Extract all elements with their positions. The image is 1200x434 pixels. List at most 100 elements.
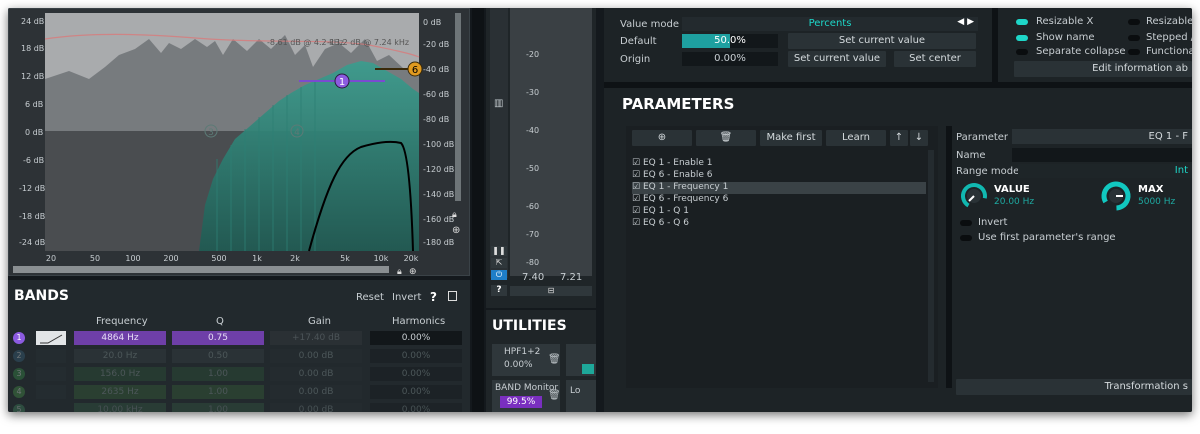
- harmonics-field[interactable]: 0.00%: [370, 331, 462, 345]
- eq-graph[interactable]: 1 6 3 4 -8.61 dB @ 4.2 kHz -13.2 dB @ 7.…: [9, 9, 471, 277]
- checkbox-icon[interactable]: ☑: [632, 170, 643, 180]
- move-up-button[interactable]: ↑: [890, 130, 908, 146]
- checkbox-icon[interactable]: ☑: [632, 158, 643, 168]
- learn-button[interactable]: Learn: [826, 130, 886, 146]
- meter-collapse-button[interactable]: ⊟: [510, 286, 592, 296]
- q-field[interactable]: 1.00: [172, 385, 264, 399]
- shape-selector[interactable]: [36, 385, 66, 399]
- trash-icon[interactable]: 🗑︎: [548, 390, 561, 401]
- shape-selector[interactable]: [36, 331, 66, 345]
- list-scrollbar[interactable]: [928, 150, 934, 382]
- shape-selector[interactable]: [36, 367, 66, 381]
- frequency-field[interactable]: 20.0 Hz: [74, 349, 166, 363]
- v-lock-icon[interactable]: 🔒︎: [452, 210, 457, 220]
- lock-icon[interactable]: 🔒︎: [397, 267, 402, 277]
- range-mode-select[interactable]: Int: [1018, 164, 1192, 178]
- value-knob[interactable]: [960, 182, 988, 210]
- shape-selector[interactable]: [36, 349, 66, 363]
- stepped-toggle[interactable]: [1128, 35, 1140, 41]
- mode-arrows-icon[interactable]: ◀ ▶: [957, 17, 974, 27]
- parameter-list-item[interactable]: ☑ EQ 6 - Q 6: [632, 218, 926, 230]
- parameter-list-item[interactable]: ☑ EQ 6 - Frequency 6: [632, 194, 926, 206]
- checkbox-icon[interactable]: ☑: [632, 218, 643, 228]
- harmonics-field[interactable]: 0.00%: [370, 403, 462, 412]
- separate-collapse-toggle[interactable]: [1016, 49, 1028, 55]
- parameter-list-item-selected[interactable]: ☑ EQ 1 - Frequency 1: [632, 182, 926, 194]
- frequency-field[interactable]: 2635 Hz: [74, 385, 166, 399]
- q-field[interactable]: 1.00: [172, 403, 264, 412]
- band-number-badge[interactable]: 4: [13, 386, 25, 398]
- band-number-badge[interactable]: 3: [13, 368, 25, 380]
- band-row-3[interactable]: 3 156.0 Hz 1.00 0.00 dB 0.00%: [8, 366, 470, 382]
- harmonics-field[interactable]: 0.00%: [370, 385, 462, 399]
- default-field[interactable]: 50.0%: [682, 34, 778, 48]
- band-monitor-slot[interactable]: BAND Monitor 99.5% 🗑︎: [492, 380, 561, 412]
- harmonics-field[interactable]: 0.00%: [370, 367, 462, 381]
- checkbox-icon[interactable]: ☑: [632, 182, 643, 192]
- band-row-4[interactable]: 4 2635 Hz 1.00 0.00 dB 0.00%: [8, 384, 470, 400]
- resizable-x-toggle[interactable]: [1016, 19, 1028, 25]
- band-number-badge[interactable]: 1: [13, 332, 25, 344]
- parameter-list-item[interactable]: ☑ EQ 1 - Q 1: [632, 206, 926, 218]
- invert-button[interactable]: Invert: [392, 292, 421, 303]
- use-first-range-toggle[interactable]: [960, 235, 972, 241]
- band-number-badge[interactable]: 2: [13, 350, 25, 362]
- q-field[interactable]: 0.50: [172, 349, 264, 363]
- gain-field[interactable]: +17.40 dB: [270, 331, 362, 345]
- gain-field[interactable]: 0.00 dB: [270, 349, 362, 363]
- bars-icon[interactable]: ▥: [494, 98, 503, 109]
- gain-field[interactable]: 0.00 dB: [270, 367, 362, 381]
- harmonics-field[interactable]: 0.00%: [370, 349, 462, 363]
- collapse-icon[interactable]: [448, 291, 457, 301]
- frequency-field[interactable]: 156.0 Hz: [74, 367, 166, 381]
- v-zoom-icon[interactable]: ⊕: [452, 225, 460, 236]
- checkbox-icon[interactable]: ☑: [632, 206, 643, 216]
- set-current-value-origin-button[interactable]: Set current value: [788, 51, 886, 67]
- add-button[interactable]: ⊕: [632, 130, 692, 146]
- move-down-button[interactable]: ↓: [910, 130, 928, 146]
- make-first-button[interactable]: Make first: [760, 130, 822, 146]
- power-button[interactable]: ⏻: [491, 270, 507, 280]
- band-row-5[interactable]: 5 10.00 kHz 1.00 0.00 dB 0.00%: [8, 402, 470, 412]
- frequency-field[interactable]: 10.00 kHz: [74, 403, 166, 412]
- gain-field[interactable]: 0.00 dB: [270, 403, 362, 412]
- parameter-list-item[interactable]: ☑ EQ 1 - Enable 1: [632, 158, 926, 170]
- q-field[interactable]: 0.75: [172, 331, 264, 345]
- slot-partial[interactable]: [566, 344, 596, 376]
- panel-divider[interactable]: [472, 8, 484, 412]
- meter-help-button[interactable]: ?: [491, 285, 507, 296]
- parameter-list-item[interactable]: ☑ EQ 6 - Enable 6: [632, 170, 926, 182]
- horizontal-scrollbar[interactable]: [13, 266, 389, 273]
- band-monitor-value[interactable]: 99.5%: [500, 396, 542, 408]
- vertical-scrollbar[interactable]: [455, 13, 461, 201]
- help-button[interactable]: ?: [430, 290, 437, 304]
- resizable-y-toggle[interactable]: [1128, 19, 1140, 25]
- gain-field[interactable]: 0.00 dB: [270, 385, 362, 399]
- max-knob[interactable]: [1100, 180, 1132, 212]
- lo-slot[interactable]: Lo: [566, 380, 596, 412]
- q-field[interactable]: 1.00: [172, 367, 264, 381]
- show-name-toggle[interactable]: [1016, 35, 1028, 41]
- name-input[interactable]: [1012, 148, 1192, 162]
- eq-graph-panel[interactable]: 1 6 3 4 -8.61 dB @ 4.2 kHz -13.2 dB @ 7.…: [8, 8, 471, 277]
- set-center-button[interactable]: Set center: [894, 51, 976, 67]
- transformation-button[interactable]: Transformation s: [956, 379, 1192, 395]
- pause-button[interactable]: ❚❚: [491, 246, 507, 256]
- edit-information-button[interactable]: Edit information ab: [1014, 61, 1192, 77]
- hpf-slot[interactable]: HPF1+2 0.00% 🗑︎: [492, 344, 561, 376]
- reset-button[interactable]: Reset: [356, 292, 384, 303]
- parameter-select[interactable]: EQ 1 - F: [1012, 129, 1192, 144]
- band-row-1[interactable]: 1 4864 Hz 0.75 +17.40 dB 0.00%: [8, 330, 470, 346]
- band-number-badge[interactable]: 5: [13, 404, 25, 412]
- delete-button[interactable]: 🗑︎: [696, 130, 756, 146]
- frequency-field[interactable]: 4864 Hz: [74, 331, 166, 345]
- trash-icon[interactable]: 🗑︎: [548, 354, 561, 365]
- checkbox-icon[interactable]: ☑: [632, 194, 643, 204]
- functional-toggle[interactable]: [1128, 49, 1140, 55]
- value-mode-select[interactable]: Percents ◀ ▶: [682, 17, 978, 31]
- popout-button[interactable]: ⇱: [491, 258, 507, 268]
- hpf-value[interactable]: 0.00%: [504, 360, 533, 370]
- invert-toggle[interactable]: [960, 220, 972, 226]
- set-current-value-button[interactable]: Set current value: [788, 33, 976, 49]
- zoom-icon[interactable]: ⊕: [409, 267, 417, 277]
